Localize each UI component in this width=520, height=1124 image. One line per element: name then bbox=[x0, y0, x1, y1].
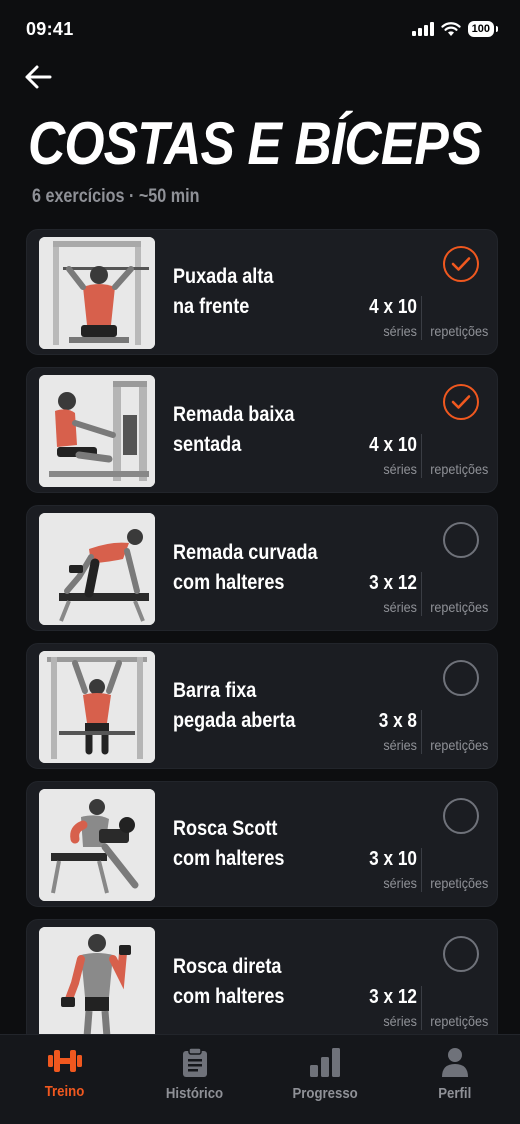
page-title: COSTAS E BÍCEPS bbox=[28, 110, 482, 177]
tab-progresso[interactable]: Progresso bbox=[260, 1035, 390, 1124]
divider bbox=[421, 710, 422, 754]
tab-label: Histórico bbox=[166, 1085, 224, 1102]
sets-label: séries bbox=[383, 323, 417, 339]
tab-label: Progresso bbox=[292, 1085, 358, 1102]
pull-up-illustration bbox=[39, 651, 155, 763]
divider bbox=[421, 296, 422, 340]
exercise-thumbnail bbox=[39, 651, 155, 763]
exercise-card[interactable]: Barra fixa pegada aberta 3 x 8 séries re… bbox=[26, 643, 498, 769]
workout-summary: 6 exercícios · ~50 min bbox=[32, 186, 200, 207]
completion-checkbox[interactable] bbox=[443, 384, 479, 420]
completion-checkbox[interactable] bbox=[443, 246, 479, 282]
sets-reps-value: 3 x 12 bbox=[369, 572, 417, 594]
tab-treino[interactable]: Treino bbox=[0, 1035, 130, 1124]
checkmark-icon bbox=[451, 257, 471, 271]
completion-checkbox[interactable] bbox=[443, 798, 479, 834]
sets-reps-value: 3 x 10 bbox=[369, 848, 417, 870]
exercise-thumbnail bbox=[39, 237, 155, 349]
exercise-card[interactable]: Remada baixa sentada 4 x 10 séries repet… bbox=[26, 367, 498, 493]
checkmark-icon bbox=[451, 395, 471, 409]
cellular-signal-icon bbox=[411, 22, 434, 36]
completion-checkbox[interactable] bbox=[443, 936, 479, 972]
sets-label: séries bbox=[383, 1013, 417, 1029]
exercise-name: Remada baixa sentada bbox=[173, 403, 295, 456]
clipboard-icon bbox=[183, 1047, 207, 1077]
exercise-name: Puxada alta na frente bbox=[173, 265, 274, 318]
status-icons: 100 bbox=[411, 21, 499, 37]
dumbbell-curl-illustration bbox=[39, 927, 155, 1039]
sets-label: séries bbox=[383, 461, 417, 477]
sets-reps-value: 3 x 12 bbox=[369, 986, 417, 1008]
status-time: 09:41 bbox=[26, 18, 74, 39]
exercise-list: Puxada alta na frente 4 x 10 séries repe… bbox=[26, 229, 498, 1057]
bar-chart-icon bbox=[310, 1048, 340, 1077]
arrow-left-icon bbox=[25, 65, 52, 89]
reps-label: repetições bbox=[430, 1013, 489, 1029]
status-bar: 09:41 100 bbox=[0, 0, 520, 58]
back-button[interactable] bbox=[24, 62, 56, 92]
exercise-card[interactable]: Rosca direta com halteres 3 x 12 séries … bbox=[26, 919, 498, 1045]
sets-reps-value: 4 x 10 bbox=[369, 434, 417, 456]
battery-indicator: 100 bbox=[467, 21, 499, 37]
divider bbox=[421, 572, 422, 616]
dumbbell-row-illustration bbox=[39, 513, 155, 625]
divider bbox=[421, 848, 422, 892]
lat-pulldown-illustration bbox=[39, 237, 155, 349]
exercise-card[interactable]: Rosca Scott com halteres 3 x 10 séries r… bbox=[26, 781, 498, 907]
exercise-name: Barra fixa pegada aberta bbox=[173, 679, 296, 732]
exercise-name: Rosca direta com halteres bbox=[173, 955, 285, 1008]
divider bbox=[421, 434, 422, 478]
reps-label: repetições bbox=[430, 461, 489, 477]
tab-historico[interactable]: Histórico bbox=[130, 1035, 260, 1124]
bottom-tab-bar: Treino Histórico Progresso Perfil bbox=[0, 1034, 520, 1124]
dumbbell-icon bbox=[48, 1050, 82, 1072]
sets-reps-value: 4 x 10 bbox=[369, 296, 417, 318]
exercise-name: Remada curvada com halteres bbox=[173, 541, 318, 594]
seated-row-illustration bbox=[39, 375, 155, 487]
exercise-card[interactable]: Puxada alta na frente 4 x 10 séries repe… bbox=[26, 229, 498, 355]
sets-label: séries bbox=[383, 599, 417, 615]
reps-label: repetições bbox=[430, 599, 489, 615]
exercise-card[interactable]: Remada curvada com halteres 3 x 12 série… bbox=[26, 505, 498, 631]
reps-label: repetições bbox=[430, 737, 489, 753]
sets-label: séries bbox=[383, 875, 417, 891]
exercise-thumbnail bbox=[39, 789, 155, 901]
person-icon bbox=[442, 1048, 468, 1077]
reps-label: repetições bbox=[430, 323, 489, 339]
completion-checkbox[interactable] bbox=[443, 660, 479, 696]
divider bbox=[421, 986, 422, 1030]
sets-label: séries bbox=[383, 737, 417, 753]
preacher-curl-illustration bbox=[39, 789, 155, 901]
exercise-thumbnail bbox=[39, 375, 155, 487]
sets-reps-value: 3 x 8 bbox=[378, 710, 417, 732]
completion-checkbox[interactable] bbox=[443, 522, 479, 558]
exercise-thumbnail bbox=[39, 513, 155, 625]
tab-label: Treino bbox=[45, 1083, 85, 1100]
exercise-thumbnail bbox=[39, 927, 155, 1039]
tab-label: Perfil bbox=[438, 1085, 472, 1102]
wifi-icon bbox=[441, 21, 461, 36]
exercise-name: Rosca Scott com halteres bbox=[173, 817, 285, 870]
reps-label: repetições bbox=[430, 875, 489, 891]
tab-perfil[interactable]: Perfil bbox=[390, 1035, 520, 1124]
